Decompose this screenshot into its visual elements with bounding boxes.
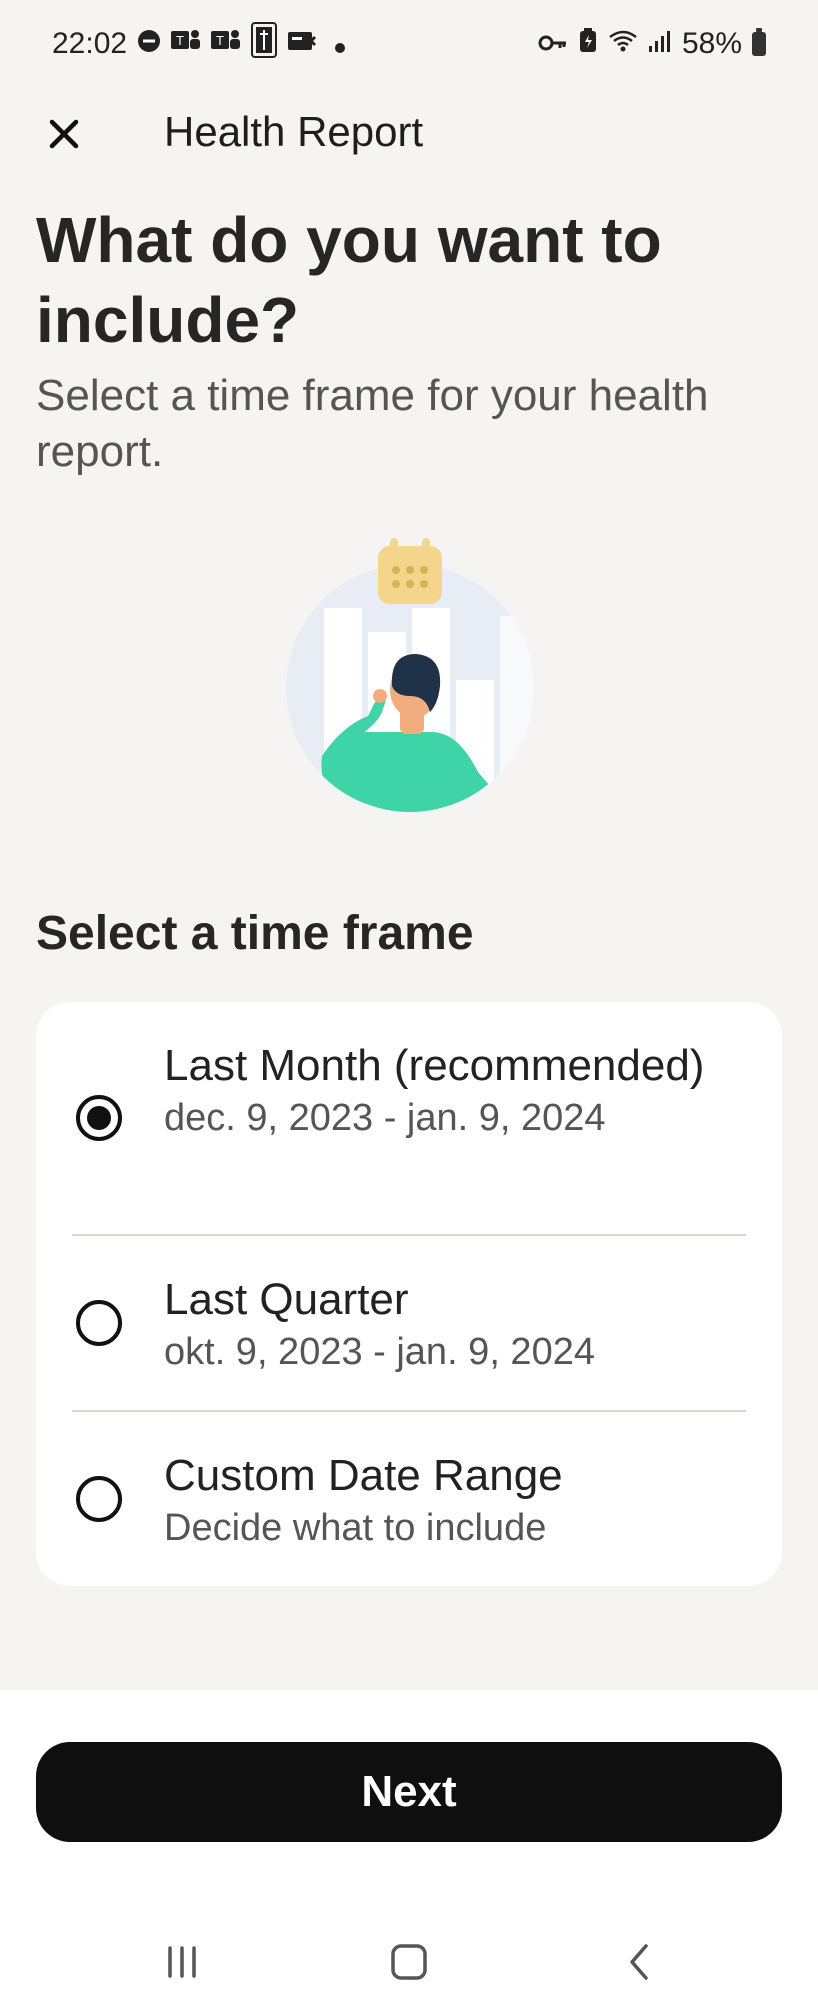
battery-percent: 58% <box>681 27 742 60</box>
option-description: Decide what to include <box>164 1507 547 1549</box>
health-report-illustration <box>282 536 538 816</box>
recent-apps-button[interactable] <box>142 1934 222 1990</box>
option-last-quarter[interactable]: Last Quarter okt. 9, 2023 - jan. 9, 2024 <box>36 1236 782 1410</box>
teams-icon: T <box>211 27 241 61</box>
status-time: 22:02 <box>52 27 128 60</box>
radio-selected-icon[interactable] <box>76 1095 122 1141</box>
bottom-bar: Next <box>0 1690 818 2000</box>
option-date-range: dec. 9, 2023 - jan. 9, 2024 <box>164 1097 606 1139</box>
pga-app-icon <box>251 22 278 66</box>
home-icon <box>391 1944 427 1980</box>
svg-text:T: T <box>216 33 224 48</box>
signal-icon <box>648 27 672 61</box>
option-last-month[interactable]: Last Month (recommended) dec. 9, 2023 - … <box>36 1002 782 1234</box>
option-custom-date-range[interactable]: Custom Date Range Decide what to include <box>36 1412 782 1586</box>
card-icon <box>287 27 317 61</box>
option-label: Custom Date Range <box>164 1451 563 1500</box>
battery-icon <box>752 28 766 56</box>
svg-text:T: T <box>176 33 184 48</box>
header: Health Report <box>0 98 818 178</box>
header-title: Health Report <box>164 108 424 155</box>
section-title: Select a time frame <box>36 907 474 960</box>
close-button[interactable] <box>36 106 92 162</box>
system-nav-bar <box>0 1934 818 1990</box>
radio-unselected-icon[interactable] <box>76 1300 122 1346</box>
time-frame-options: Last Month (recommended) dec. 9, 2023 - … <box>36 1002 782 1586</box>
next-button[interactable]: Next <box>36 1742 782 1842</box>
back-button[interactable] <box>600 1934 680 1990</box>
status-right: 58% <box>538 27 766 61</box>
option-label: Last Quarter <box>164 1275 409 1324</box>
option-date-range: okt. 9, 2023 - jan. 9, 2024 <box>164 1331 595 1373</box>
recent-apps-icon <box>168 1946 196 1978</box>
notification-dot-icon <box>335 27 346 61</box>
do-not-disturb-icon <box>137 27 161 61</box>
close-icon <box>49 119 79 149</box>
battery-saver-icon <box>578 27 598 61</box>
wifi-icon <box>608 27 638 61</box>
option-label: Last Month (recommended) <box>164 1041 705 1090</box>
teams-icon: T <box>171 27 201 61</box>
status-bar: 22:02 T T 58% <box>0 0 818 88</box>
back-icon <box>630 1944 648 1980</box>
page-title: What do you want to include? <box>36 204 662 356</box>
page-subtitle: Select a time frame for your health repo… <box>36 371 709 476</box>
radio-unselected-icon[interactable] <box>76 1476 122 1522</box>
key-icon <box>538 27 568 61</box>
status-left: 22:02 T T <box>52 22 346 66</box>
home-button[interactable] <box>369 1934 449 1990</box>
